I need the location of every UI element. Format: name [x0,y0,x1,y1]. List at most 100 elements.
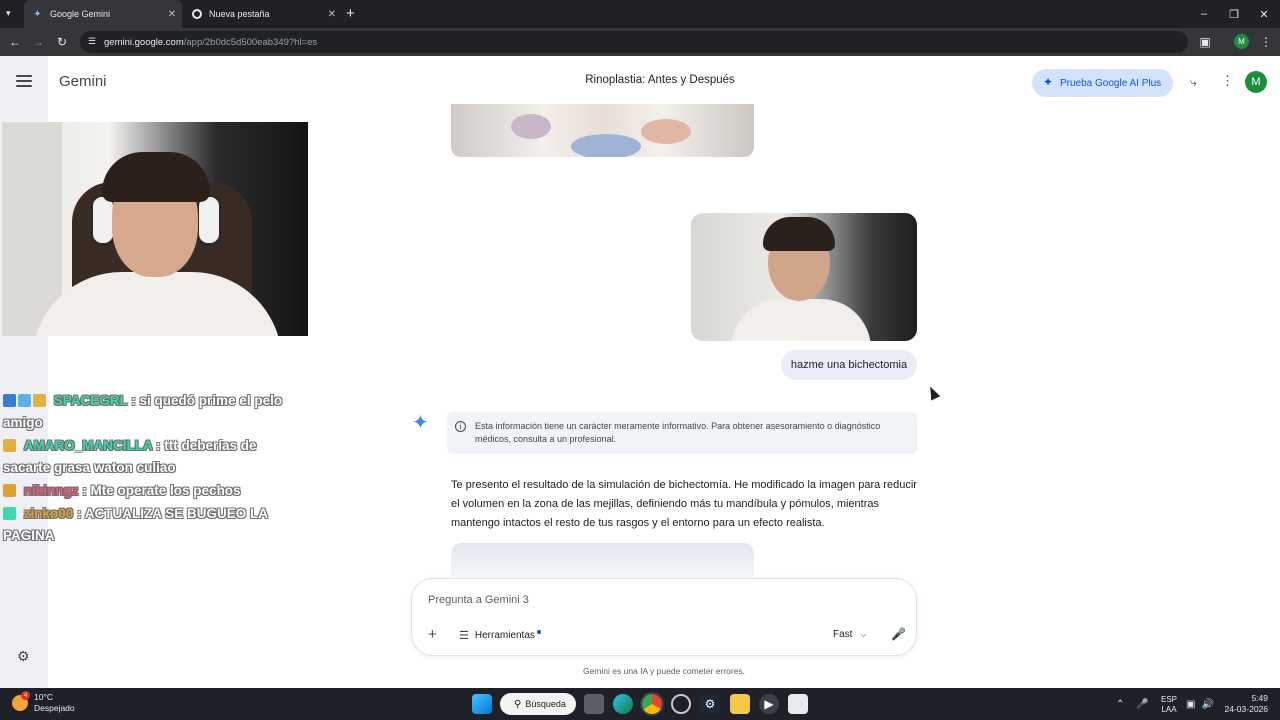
temperature: 10°C [34,692,53,702]
network-icon[interactable]: ▣ [1186,699,1195,710]
stream-chat: SPACEGRL : si quedó prime el pelo amigo … [3,390,303,548]
tab-title: Nueva pestaña [209,9,270,19]
badge-icon [3,439,16,452]
user-message: hazme una bichectomia [781,350,917,380]
url-path: /app/2b0dc5d500eab349?hl=es [183,36,318,48]
forward-button[interactable]: → [26,28,50,56]
url-host: gemini.google.com [104,36,184,48]
badge-icon [3,507,16,520]
conversation-title[interactable]: Rinoplastia: Antes y Después [480,74,840,86]
chat-message: AMARO_MANCILLA : ttt deberías de sacarte… [3,435,303,479]
gemini-spark-icon: ✦ [33,8,42,20]
edge-icon[interactable] [613,694,633,714]
lang-bottom: LAA [1161,705,1177,714]
badge-icon [3,394,16,407]
restore-button[interactable]: ❐ [1218,0,1250,28]
chat-text: : Mte operate los pechos [82,483,241,498]
upgrade-button[interactable]: ✦ Prueba Google AI Plus [1032,69,1173,97]
previous-generated-image[interactable] [451,104,754,157]
reload-button[interactable]: ↻ [50,28,74,56]
tools-button[interactable]: ☰ Herramientas [459,629,541,642]
badge-icon [33,394,46,407]
chat-message: zinko00 : ACTUALIZA SE BUGUEO LA PAGINA [3,503,303,547]
mode-selector[interactable]: Fast ⌵ [833,629,867,640]
tab-google-gemini[interactable]: ✦ Google Gemini ✕ [24,0,182,28]
tools-label: Herramientas [474,630,535,641]
menu-dots-icon[interactable]: ⋮ [1254,28,1278,56]
extensions-icon[interactable]: ▣ [1193,28,1217,56]
address-bar[interactable]: ☰ gemini.google.com/app/2b0dc5d500eab349… [80,31,1188,53]
chat-message: SPACEGRL : si quedó prime el pelo amigo [3,390,303,434]
add-icon[interactable]: + [428,626,437,643]
webcam-overlay [2,122,308,336]
chrome-icon [192,9,202,19]
minimize-button[interactable]: – [1188,0,1220,28]
back-button[interactable]: ← [3,28,27,56]
chrome-icon[interactable] [642,694,662,714]
time: 5:49 [1251,693,1268,703]
tab-nueva-pestana[interactable]: Nueva pestaña ✕ [184,0,342,28]
taskbar-clock[interactable]: 5:49 24-03-2026 [1222,693,1268,715]
tab-title: Google Gemini [50,9,111,19]
chevron-up-icon[interactable]: ⌃ [1116,699,1124,710]
task-view-icon[interactable] [584,694,604,714]
mode-label: Fast [833,629,853,640]
site-info-icon[interactable]: ☰ [88,36,96,47]
weather-sun-icon: 4 [12,691,30,711]
media-player-icon[interactable]: ▶ [759,694,779,714]
close-window-button[interactable]: ✕ [1248,0,1280,28]
search-icon: ⚲ [514,698,522,710]
weather-alert-badge: 4 [21,691,30,700]
weather-widget[interactable]: 4 10°C Despejado [12,691,75,714]
file-explorer-icon[interactable] [730,694,750,714]
more-options-icon[interactable]: ⋮ [1221,73,1234,89]
tab-strip: ▾ ✦ Google Gemini ✕ Nueva pestaña ✕ + – … [0,0,1280,28]
app-icon[interactable] [671,694,691,714]
gemini-brand[interactable]: Gemini [59,73,107,90]
tab-search-dropdown[interactable]: ▾ [6,8,11,19]
share-icon[interactable]: ⤷ [1190,75,1197,90]
steam-icon[interactable]: ⚙ [700,694,720,714]
disclaimer-text: Esta información tiene un carácter meram… [475,421,881,444]
chat-username: AMARO_MANCILLA [23,438,153,453]
prompt-input[interactable]: Pregunta a Gemini 3 [428,594,529,606]
ai-disclaimer-footnote: Gemini es una IA y puede cometer errores… [582,666,746,676]
badge-icon [18,394,31,407]
close-icon[interactable]: ✕ [328,9,336,20]
spark-icon: ✦ [1043,75,1054,89]
chat-username: zinko00 [23,506,74,521]
info-icon: i [455,421,466,432]
app-window-icon[interactable] [788,694,808,714]
microphone-icon[interactable]: 🎤 [1136,699,1148,710]
close-icon[interactable]: ✕ [168,9,176,20]
menu-icon[interactable] [16,75,32,87]
windows-taskbar: 4 10°C Despejado ⚲ Búsqueda ⚙ ▶ ⌃ 🎤 ESP … [0,688,1280,720]
gemini-response: Te presento el resultado de la simulació… [451,479,917,529]
medical-disclaimer: i Esta información tiene un carácter mer… [447,412,917,454]
chat-username: SPACEGRL [53,393,128,408]
prompt-composer[interactable]: Pregunta a Gemini 3 + ☰ Herramientas Fas… [411,578,917,656]
weather-condition: Despejado [34,703,75,713]
new-badge-dot [536,629,541,634]
chat-message: nikinngz : Mte operate los pechos [3,480,303,502]
volume-icon[interactable]: 🔊 [1201,699,1213,710]
uploaded-photo[interactable] [691,213,917,341]
new-tab-button[interactable]: + [346,5,355,22]
date: 24-03-2026 [1224,704,1268,714]
system-tray-icons: ▣ 🔊 [1186,688,1214,720]
lang-top: ESP [1161,695,1178,704]
chat-username: nikinngz [23,483,79,498]
microphone-icon[interactable]: 🎤 [891,627,906,641]
profile-avatar[interactable]: M [1234,34,1249,49]
chevron-down-icon: ⌵ [860,630,867,639]
settings-gear-icon[interactable]: ⚙ [17,648,30,665]
taskbar-search[interactable]: ⚲ Búsqueda [500,693,576,715]
input-language[interactable]: ESP LAA [1161,695,1177,715]
upgrade-label: Prueba Google AI Plus [1060,77,1162,89]
generated-image-loading [451,543,754,577]
start-button[interactable] [472,694,492,714]
account-avatar[interactable]: M [1245,71,1267,93]
mouse-cursor [925,384,941,401]
tools-sliders-icon: ☰ [459,630,469,642]
gemini-spark-icon: ✦ [412,412,429,434]
